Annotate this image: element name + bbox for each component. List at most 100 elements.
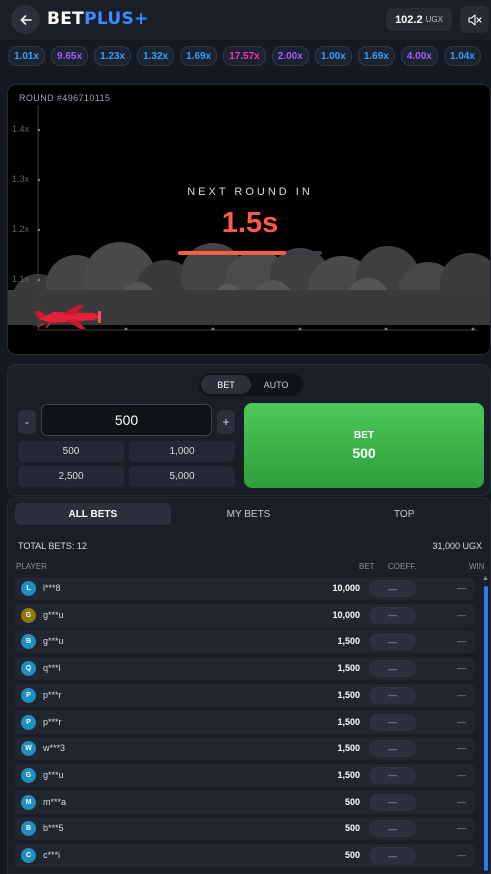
player-name: l***8: [43, 583, 61, 593]
player-coeff: —: [369, 847, 416, 864]
player-bet-amount: 10,000: [332, 609, 360, 620]
player-bet-amount: 1,500: [337, 769, 360, 780]
brand-logo: BETPLUS+: [47, 9, 149, 29]
player-bet-amount: 500: [344, 796, 360, 807]
player-name: p***r: [43, 716, 62, 727]
top-bar: BETPLUS+ 102.2 UGX: [0, 0, 491, 40]
brand-name-part1: BET: [47, 9, 85, 29]
total-bets-count: TOTAL BETS: 12: [18, 541, 87, 551]
countdown-timer: 1.5s: [221, 207, 279, 239]
back-button[interactable]: [11, 5, 40, 34]
multiplier-chip[interactable]: 1.32x: [137, 46, 175, 66]
tab-my-bets[interactable]: MY BETS: [171, 503, 327, 525]
player-win: —: [457, 609, 466, 620]
bet-row: Gg***u 1,500 — —: [14, 763, 475, 787]
player-avatar: G: [21, 767, 36, 783]
bet-amount-input[interactable]: [41, 404, 212, 436]
bet-row: Ll***8 10,000 — —: [14, 577, 475, 600]
player-coeff: —: [369, 713, 416, 731]
player-bet-amount: 10,000: [332, 583, 360, 593]
player-win: —: [457, 769, 466, 780]
increase-amount-button[interactable]: +: [217, 410, 235, 434]
bet-row: Pp***r 1,500 — —: [14, 710, 475, 734]
multiplier-chip[interactable]: 17.57x: [223, 46, 266, 66]
mode-bet-tab[interactable]: BET: [201, 375, 251, 394]
player-name: g***u: [43, 636, 64, 647]
sound-toggle-button[interactable]: [460, 6, 489, 33]
bet-row: Ww***3 1,500 — —: [14, 737, 475, 761]
column-header-bet: BET: [359, 562, 375, 571]
player-name: q***l: [43, 663, 61, 674]
arrow-left-icon: [20, 14, 32, 25]
player-avatar: M: [21, 794, 36, 810]
y-tick-label: 1.1x: [12, 274, 30, 284]
multiplier-chip[interactable]: 1.69x: [180, 46, 218, 66]
multiplier-chip[interactable]: 1.04x: [443, 46, 481, 66]
multiplier-chip[interactable]: 4.00x: [400, 46, 438, 66]
balance-display: 102.2 UGX: [386, 8, 452, 31]
player-win: —: [457, 663, 466, 674]
quick-amount-button[interactable]: 2,500: [18, 466, 124, 487]
player-name: p***r: [43, 689, 62, 700]
player-avatar: P: [21, 714, 36, 730]
player-name: m***a: [43, 796, 67, 807]
bet-button-amount: 500: [352, 445, 376, 461]
player-win: —: [457, 689, 466, 700]
multiplier-chip[interactable]: 2.00x: [271, 46, 309, 66]
quick-amount-button[interactable]: 5,000: [129, 466, 235, 487]
bet-row: Gg***u 10,000 — —: [14, 603, 475, 627]
player-bet-amount: 1,500: [337, 663, 360, 674]
player-name: b***5: [43, 823, 64, 834]
quick-amount-button[interactable]: 500: [18, 441, 124, 462]
bet-panel: BET AUTO - + 500 1,000 2,500 5,000 BET 5…: [7, 364, 491, 496]
player-coeff: —: [369, 606, 416, 624]
next-round-title: NEXT ROUND IN: [187, 186, 313, 198]
bet-row: Mm***a 500 — —: [14, 790, 475, 814]
player-coeff: —: [369, 740, 416, 758]
player-bet-amount: 1,500: [337, 636, 360, 647]
multiplier-chip[interactable]: 1.00x: [314, 46, 352, 66]
player-coeff: —: [369, 820, 416, 838]
player-avatar: Q: [21, 661, 36, 677]
bet-row: Qq***l 1,500 — —: [14, 657, 475, 681]
player-name: g***u: [43, 609, 64, 620]
multiplier-chip[interactable]: 1.01x: [8, 46, 46, 66]
multiplier-chip[interactable]: 9.65x: [51, 46, 89, 66]
scroll-up-arrow-icon[interactable]: ▲: [482, 575, 489, 582]
player-win: —: [457, 636, 466, 647]
game-canvas: ROUND #496710115 1.4x 1.3x 1.2x 1.1x NEX…: [7, 84, 491, 355]
tab-top[interactable]: TOP: [326, 503, 482, 525]
player-bet-amount: 500: [344, 850, 360, 860]
player-win: —: [457, 796, 466, 807]
player-avatar: G: [21, 607, 36, 623]
tab-all-bets[interactable]: ALL BETS: [15, 503, 171, 525]
player-bet-amount: 1,500: [337, 743, 360, 754]
player-avatar: C: [21, 848, 36, 863]
y-tick-label: 1.4x: [12, 124, 30, 134]
y-tick-label: 1.3x: [12, 174, 30, 184]
player-avatar: B: [21, 821, 36, 837]
multiplier-chip[interactable]: 1.69x: [357, 46, 395, 66]
place-bet-button[interactable]: BET 500: [244, 403, 484, 488]
bets-scrollbar[interactable]: [484, 586, 488, 871]
multiplier-history[interactable]: 1.01x 9.65x 1.23x 1.32x 1.69x 17.57x 2.00x 1.00…: [0, 46, 491, 72]
quick-amount-button[interactable]: 1,000: [129, 441, 235, 462]
bet-row: Pp***r 1,500 — —: [14, 683, 475, 707]
balance-amount: 102.2: [395, 13, 423, 26]
player-coeff: —: [369, 633, 416, 651]
player-avatar: B: [21, 634, 36, 650]
player-win: —: [457, 743, 466, 754]
decrease-amount-button[interactable]: -: [18, 410, 36, 434]
column-header-win: WIN: [469, 562, 485, 571]
countdown-progress-bar: [178, 251, 322, 255]
player-win: —: [457, 583, 466, 593]
player-win: —: [457, 823, 466, 834]
mode-auto-tab[interactable]: AUTO: [251, 375, 301, 394]
multiplier-chip[interactable]: 1.23x: [94, 46, 132, 66]
bet-row: Bg***u 1,500 — —: [14, 630, 475, 654]
countdown-progress-fill: [178, 251, 286, 255]
player-avatar: L: [21, 581, 36, 596]
player-coeff: —: [369, 580, 416, 597]
brand-name-part2: PLUS+: [84, 9, 149, 29]
bet-row: Cc***i 500 — —: [14, 844, 475, 867]
